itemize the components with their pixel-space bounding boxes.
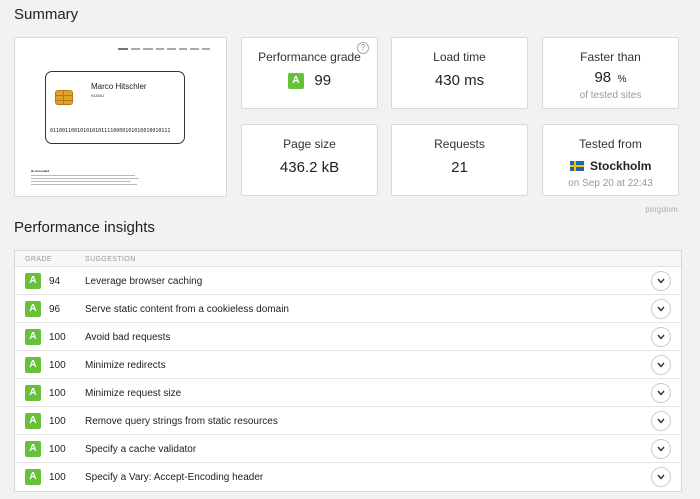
chevron-down-icon <box>657 446 665 452</box>
insight-row[interactable]: A 100 Minimize redirects <box>15 351 681 379</box>
insights-table: GRADE SUGGESTION A 94 Leverage browser cac… <box>14 250 682 492</box>
faster-than-sub: of tested sites <box>579 90 642 101</box>
expand-button[interactable] <box>651 439 671 459</box>
performance-grade-card: ? Performance grade A 99 <box>241 37 378 109</box>
insight-score: 100 <box>49 444 66 455</box>
insight-suggestion: Remove query strings from static resourc… <box>85 416 278 427</box>
expand-button[interactable] <box>651 467 671 487</box>
page-size-card: Page size 436.2 kB <box>241 124 378 196</box>
insight-score: 100 <box>49 360 66 371</box>
screenshot-blurb-heading: Hi Ascended <box>31 169 50 173</box>
insight-score: 100 <box>49 332 66 343</box>
insight-row[interactable]: A 100 Minimize request size <box>15 379 681 407</box>
insight-score: 94 <box>49 276 61 287</box>
expand-button[interactable] <box>651 327 671 347</box>
insight-suggestion: Leverage browser caching <box>85 276 203 287</box>
chevron-down-icon <box>657 306 665 312</box>
pingdom-brand: pingdom <box>645 205 678 214</box>
requests-label: Requests <box>434 137 485 151</box>
grade-badge: A <box>25 413 41 429</box>
card-binary-text: 0110011001010101011110000101010010010111 <box>50 128 171 134</box>
card-holder-name: Marco Hitschler <box>91 82 147 91</box>
insight-suggestion: Minimize request size <box>85 388 182 399</box>
screenshot-blurb-text <box>31 175 139 185</box>
expand-button[interactable] <box>651 383 671 403</box>
insight-score: 100 <box>49 388 66 399</box>
expand-button[interactable] <box>651 355 671 375</box>
card-chip-icon <box>55 90 73 105</box>
insight-row[interactable]: A 100 Avoid bad requests <box>15 323 681 351</box>
grade-column-header: GRADE <box>25 256 52 263</box>
chevron-down-icon <box>657 474 665 480</box>
grade-badge: A <box>25 441 41 457</box>
insight-row[interactable]: A 100 Specify a Vary: Accept-Encoding head… <box>15 463 681 491</box>
tested-from-card: Tested from Stockholm on Sep 20 at 22:43 <box>542 124 679 196</box>
expand-button[interactable] <box>651 271 671 291</box>
insight-row[interactable]: A 94 Leverage browser caching <box>15 267 681 295</box>
requests-value: 21 <box>451 159 468 176</box>
website-screenshot: Marco Hitschler 918301 01100110010101010… <box>14 37 227 197</box>
grade-badge: A <box>25 273 41 289</box>
suggestion-column-header: SUGGESTION <box>85 256 136 263</box>
expand-button[interactable] <box>651 411 671 431</box>
insight-score: 100 <box>49 472 66 483</box>
card-holder-number: 918301 <box>91 93 105 98</box>
grade-badge: A <box>25 329 41 345</box>
chevron-down-icon <box>657 362 665 368</box>
insight-suggestion: Specify a cache validator <box>85 444 197 455</box>
page-size-value: 436.2 kB <box>279 159 340 176</box>
credit-card-illustration: Marco Hitschler 918301 01100110010101010… <box>45 71 185 144</box>
load-time-card: Load time 430 ms <box>391 37 528 109</box>
faster-than-label: Faster than <box>580 50 641 64</box>
page-size-label: Page size <box>283 137 336 151</box>
question-circle-icon[interactable]: ? <box>357 42 369 54</box>
grade-badge: A <box>25 301 41 317</box>
faster-than-value: 98 <box>594 69 612 86</box>
tested-from-label: Tested from <box>579 137 642 151</box>
chevron-down-icon <box>657 418 665 424</box>
insight-score: 100 <box>49 416 66 427</box>
grade-badge: A <box>25 469 41 485</box>
insight-row[interactable]: A 100 Specify a cache validator <box>15 435 681 463</box>
faster-than-unit: % <box>617 74 627 85</box>
load-time-label: Load time <box>433 50 486 64</box>
chevron-down-icon <box>657 334 665 340</box>
insight-suggestion: Specify a Vary: Accept-Encoding header <box>85 472 264 483</box>
performance-grade-value: 99 <box>314 72 332 90</box>
tested-from-location: Stockholm <box>590 158 652 173</box>
chevron-down-icon <box>657 390 665 396</box>
summary-title: Summary <box>14 6 79 23</box>
insight-suggestion: Minimize redirects <box>85 360 166 371</box>
grade-badge: A <box>287 72 304 89</box>
tested-from-date: on Sep 20 at 22:43 <box>568 178 653 189</box>
insight-row[interactable]: A 100 Remove query strings from static res… <box>15 407 681 435</box>
insight-suggestion: Avoid bad requests <box>85 332 171 343</box>
insights-table-header: GRADE SUGGESTION <box>15 251 681 267</box>
sweden-flag-icon <box>569 160 584 171</box>
insight-suggestion: Serve static content from a cookieless d… <box>85 304 289 315</box>
chevron-down-icon <box>657 278 665 284</box>
grade-badge: A <box>25 357 41 373</box>
grade-badge: A <box>25 385 41 401</box>
insight-score: 96 <box>49 304 61 315</box>
performance-grade-label: Performance grade <box>258 50 361 64</box>
load-time-value: 430 ms <box>434 72 485 89</box>
expand-button[interactable] <box>651 299 671 319</box>
insights-title: Performance insights <box>14 219 155 236</box>
insight-row[interactable]: A 96 Serve static content from a cookieles… <box>15 295 681 323</box>
requests-card: Requests 21 <box>391 124 528 196</box>
screenshot-nav <box>118 48 210 50</box>
faster-than-card: Faster than 98 % of tested sites <box>542 37 679 109</box>
